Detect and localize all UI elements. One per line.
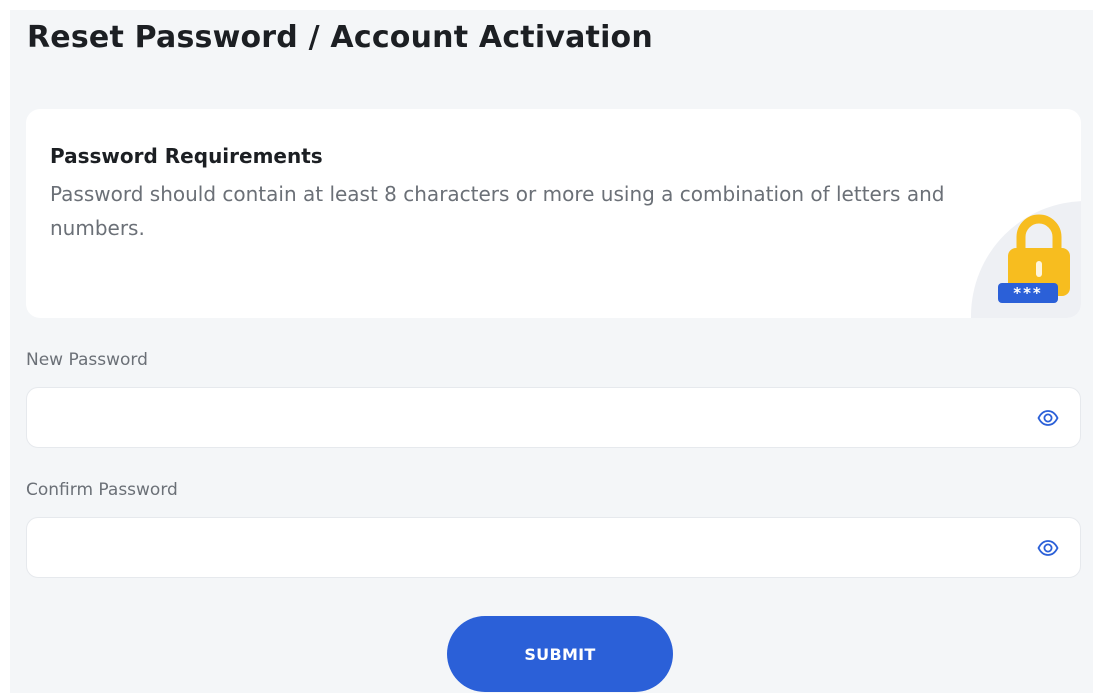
eye-icon[interactable] [1036, 406, 1060, 430]
new-password-input[interactable] [27, 388, 1007, 447]
confirm-password-input[interactable] [27, 518, 1007, 577]
requirements-title: Password Requirements [50, 144, 323, 168]
page-title: Reset Password / Account Activation [27, 20, 653, 55]
requirements-description: Password should contain at least 8 chara… [50, 182, 945, 240]
password-badge-text: *** [1013, 284, 1043, 302]
submit-button[interactable]: SUBMIT [447, 616, 673, 692]
password-requirements-card: Password Requirements Password should co… [26, 109, 1081, 318]
new-password-field [26, 387, 1081, 448]
confirm-password-label: Confirm Password [26, 480, 178, 500]
reset-password-panel: Reset Password / Account Activation Pass… [10, 10, 1093, 693]
keyhole [1036, 261, 1042, 277]
eye-icon[interactable] [1036, 536, 1060, 560]
lock-shackle [1016, 214, 1062, 250]
new-password-label: New Password [26, 350, 148, 370]
confirm-password-field [26, 517, 1081, 578]
lock-icon: *** [998, 214, 1070, 303]
